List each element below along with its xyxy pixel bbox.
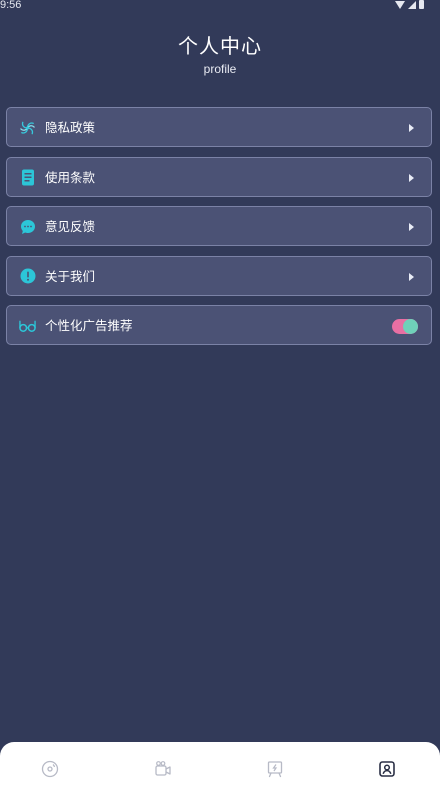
profile-screen: 9:56 个人中心 profile 隐私政策 使用条款 意见反馈 关于我们 个性… [0,0,440,792]
nav-board-icon[interactable] [265,759,285,779]
menu-item-label: 隐私政策 [45,120,96,135]
chat-bubble-icon [19,218,36,235]
wifi-icon [395,0,405,9]
menu-item-terms-of-use[interactable]: 使用条款 [6,156,432,197]
menu-item-about-us[interactable]: 关于我们 [6,255,432,296]
chevron-right-icon [409,124,414,132]
info-icon [19,268,36,285]
privacy-swirl-icon [19,119,36,136]
menu-item-personalized-ads: 个性化广告推荐 [6,305,432,345]
bottom-nav [0,742,440,792]
nav-profile-icon[interactable] [377,759,397,779]
menu-item-feedback[interactable]: 意见反馈 [6,206,432,246]
glasses-icon [19,317,36,334]
menu-item-label: 个性化广告推荐 [45,318,133,333]
board-icon [267,761,283,778]
menu-item-label: 关于我们 [45,268,96,284]
menu-item-label: 意见反馈 [45,219,96,234]
camera-icon [155,761,171,776]
menu-item-privacy-policy[interactable]: 隐私政策 [6,107,432,147]
status-bar: 9:56 [0,0,440,12]
personalized-ads-toggle[interactable] [392,319,418,334]
chevron-right-icon [409,223,414,231]
toggle-knob [403,319,418,334]
status-icons [395,0,424,9]
menu-item-label: 使用条款 [45,169,96,185]
settings-menu: 隐私政策 使用条款 意见反馈 关于我们 个性化广告推荐 [6,107,432,355]
page-title: 个人中心 [178,34,262,58]
chevron-right-icon [409,272,414,281]
signal-icon [408,0,416,9]
nav-camera-icon[interactable] [153,759,173,779]
document-icon [19,169,36,186]
disc-icon [41,760,59,778]
page-subtitle: profile [203,62,237,76]
battery-icon [419,0,424,9]
chevron-right-icon [409,173,414,182]
status-time: 9:56 [0,0,22,11]
nav-disc-icon[interactable] [40,759,60,779]
profile-icon [379,761,395,777]
